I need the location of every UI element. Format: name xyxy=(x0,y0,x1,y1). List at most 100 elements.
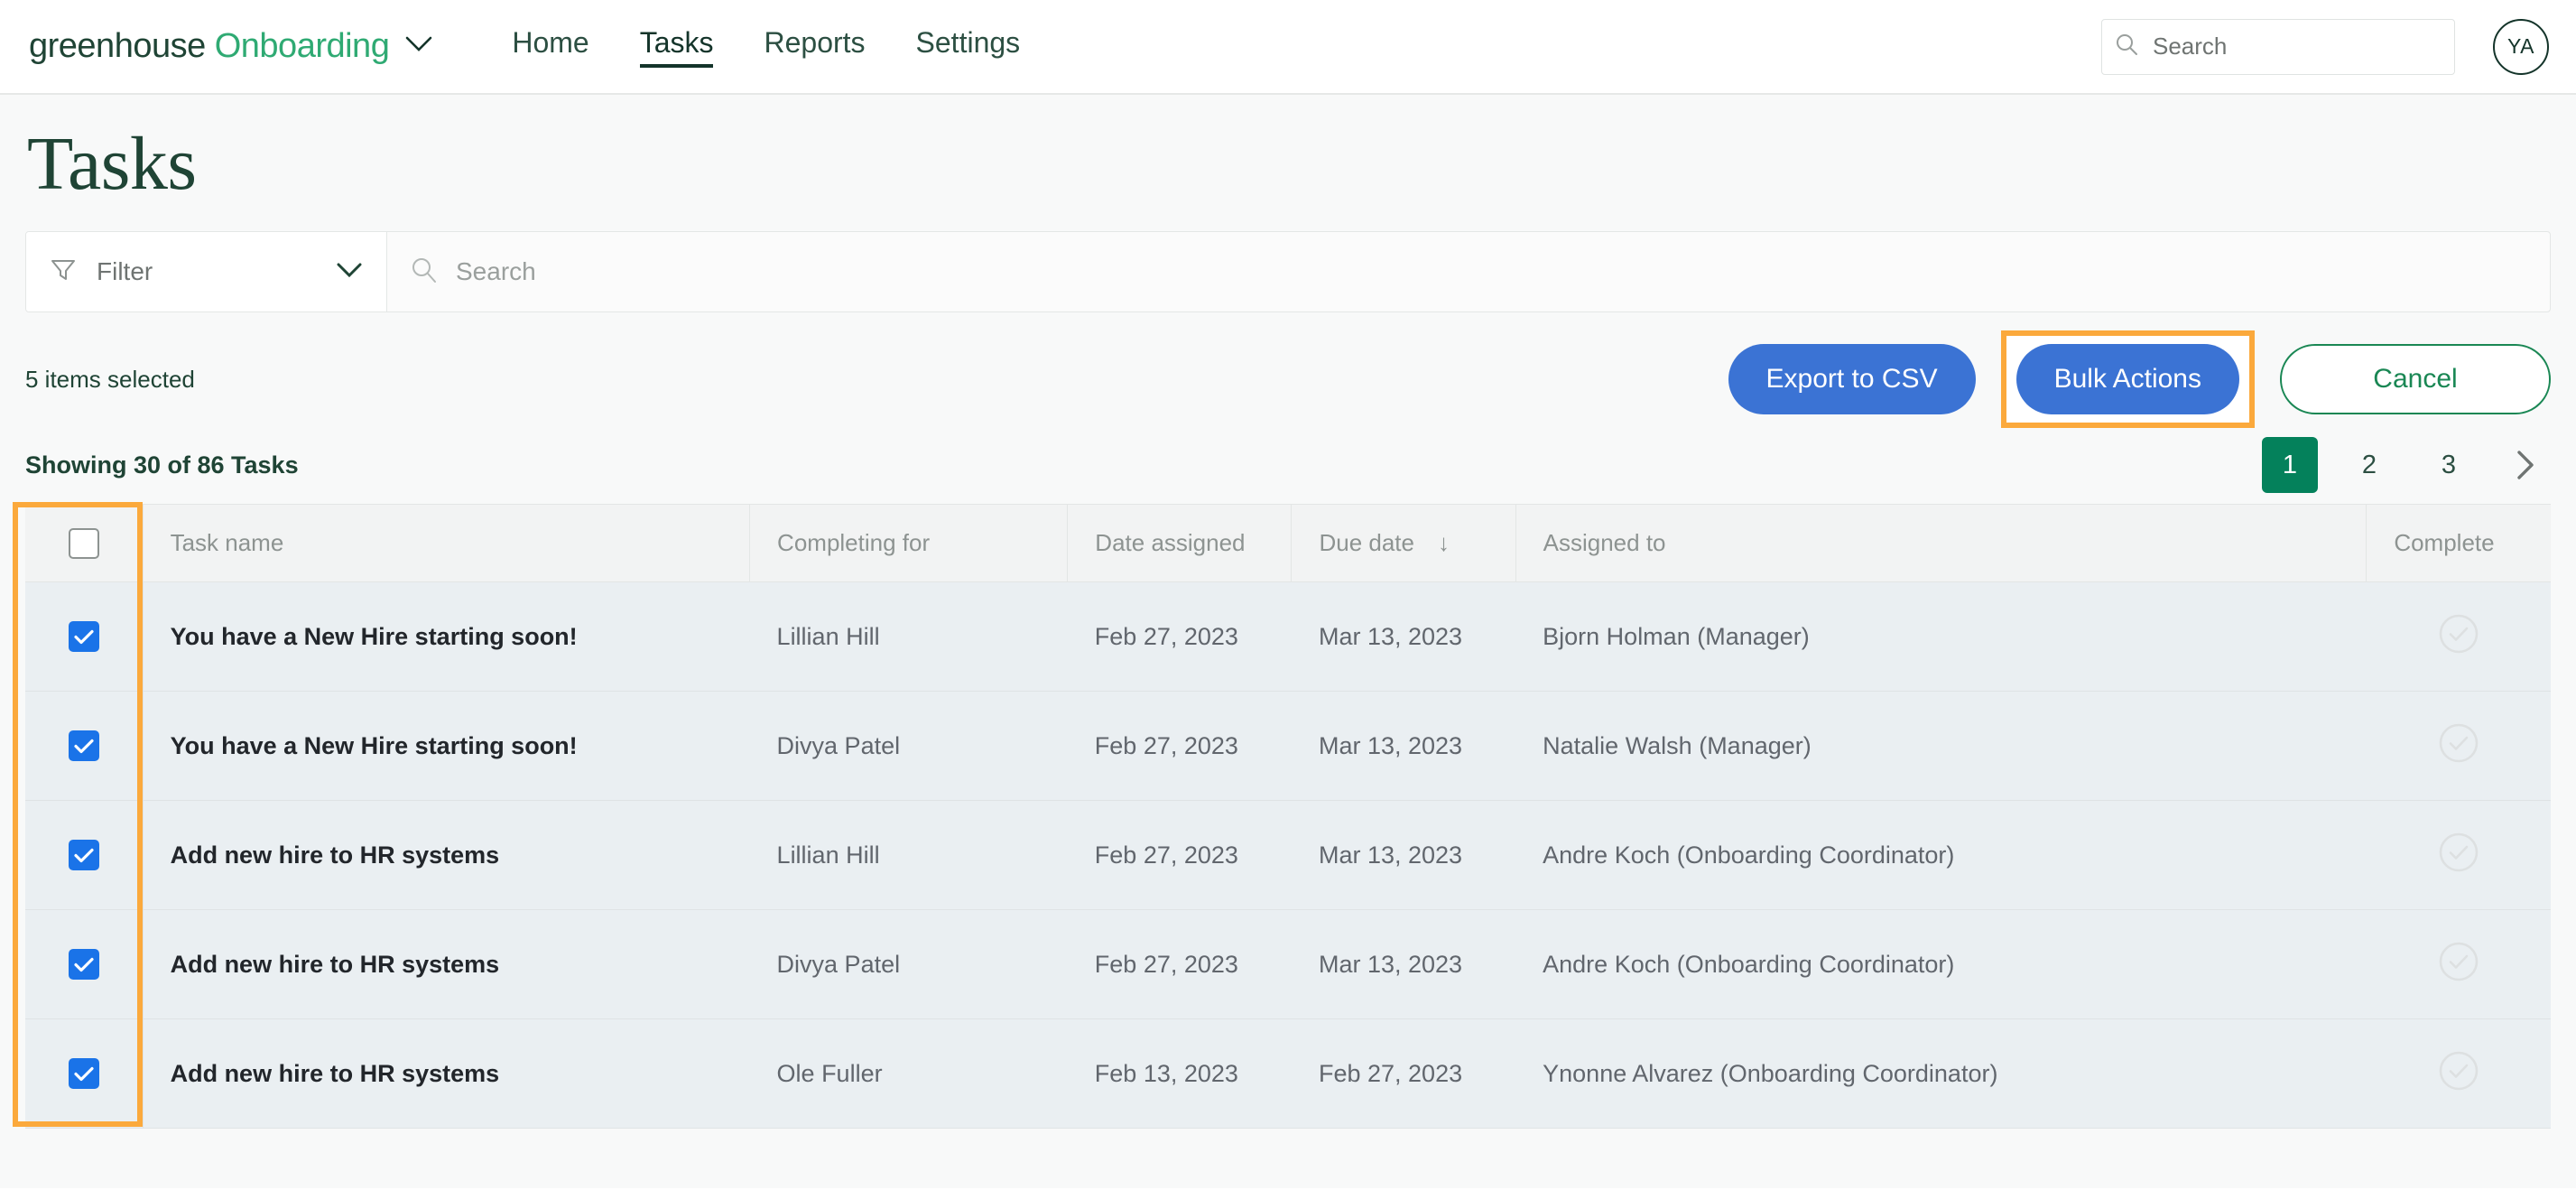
filter-dropdown[interactable]: Filter xyxy=(26,232,387,311)
nav-item-tasks-label: Tasks xyxy=(640,26,714,59)
cell-task-name: You have a New Hire starting soon! xyxy=(143,582,749,692)
cell-completing-for: Lillian Hill xyxy=(750,801,1068,910)
table-row[interactable]: Add new hire to HR systems Ole Fuller Fe… xyxy=(25,1019,2551,1129)
filter-label: Filter xyxy=(97,257,316,286)
column-header-assigned-to[interactable]: Assigned to xyxy=(1515,505,2367,582)
circle-check-icon[interactable] xyxy=(2438,851,2479,879)
chevron-down-icon xyxy=(336,262,363,283)
nav-item-reports[interactable]: Reports xyxy=(764,26,865,68)
table-header-row: Task name Completing for Date assigned D… xyxy=(25,505,2551,582)
circle-check-icon[interactable] xyxy=(2438,1070,2479,1097)
table-row[interactable]: Add new hire to HR systems Divya Patel F… xyxy=(25,910,2551,1019)
sort-down-icon[interactable]: ↓ xyxy=(1438,529,1450,556)
row-checkbox[interactable] xyxy=(69,621,99,652)
cell-assigned-to: Andre Koch (Onboarding Coordinator) xyxy=(1515,910,2367,1019)
column-header-completing-for[interactable]: Completing for xyxy=(750,505,1068,582)
cell-task-name: Add new hire to HR systems xyxy=(143,910,749,1019)
nav-item-home[interactable]: Home xyxy=(512,26,588,68)
filter-bar: Filter Search xyxy=(25,231,2551,312)
pagination: 1 2 3 xyxy=(2262,437,2551,493)
nav-item-settings[interactable]: Settings xyxy=(916,26,1021,68)
cell-date-assigned: Feb 27, 2023 xyxy=(1068,582,1292,692)
action-row: 5 items selected Export to CSV Bulk Acti… xyxy=(25,338,2551,421)
cell-task-name: Add new hire to HR systems xyxy=(143,1019,749,1129)
chevron-right-icon[interactable] xyxy=(2500,440,2551,490)
cell-assigned-to: Natalie Walsh (Manager) xyxy=(1515,692,2367,801)
search-icon xyxy=(411,256,438,288)
table-row[interactable]: You have a New Hire starting soon! Divya… xyxy=(25,692,2551,801)
cell-date-assigned: Feb 27, 2023 xyxy=(1068,910,1292,1019)
cell-due-date: Mar 13, 2023 xyxy=(1292,910,1515,1019)
circle-check-icon[interactable] xyxy=(2438,633,2479,660)
brand-word-onboarding: Onboarding xyxy=(215,27,390,66)
avatar-initials: YA xyxy=(2507,34,2534,59)
cell-assigned-to: Andre Koch (Onboarding Coordinator) xyxy=(1515,801,2367,910)
cancel-button[interactable]: Cancel xyxy=(2280,344,2551,414)
cell-due-date: Mar 13, 2023 xyxy=(1292,582,1515,692)
cell-complete xyxy=(2367,801,2551,910)
row-checkbox[interactable] xyxy=(69,949,99,980)
export-to-csv-button[interactable]: Export to CSV xyxy=(1728,344,1976,414)
cell-completing-for: Ole Fuller xyxy=(750,1019,1068,1129)
column-header-due-date[interactable]: Due date ↓ xyxy=(1292,505,1515,582)
column-header-due-date-label: Due date xyxy=(1319,529,1414,556)
row-checkbox[interactable] xyxy=(69,1058,99,1089)
row-checkbox-cell xyxy=(25,910,143,1019)
nav-item-tasks[interactable]: Tasks xyxy=(640,26,714,68)
cell-date-assigned: Feb 27, 2023 xyxy=(1068,692,1292,801)
row-checkbox-cell xyxy=(25,1019,143,1129)
table-row[interactable]: You have a New Hire starting soon! Lilli… xyxy=(25,582,2551,692)
table-search-input[interactable]: Search xyxy=(387,232,2550,311)
nav-right-section: Search YA xyxy=(2101,19,2549,75)
column-header-task-name[interactable]: Task name xyxy=(143,505,749,582)
cell-complete xyxy=(2367,1019,2551,1129)
table-search-placeholder: Search xyxy=(456,257,536,286)
cell-assigned-to: Bjorn Holman (Manager) xyxy=(1515,582,2367,692)
column-header-complete[interactable]: Complete xyxy=(2367,505,2551,582)
brand-logo[interactable]: greenhouse Onboarding xyxy=(29,27,432,66)
circle-check-icon[interactable] xyxy=(2438,742,2479,769)
cell-task-name: Add new hire to HR systems xyxy=(143,801,749,910)
nav-item-home-label: Home xyxy=(512,26,588,59)
cell-complete xyxy=(2367,582,2551,692)
page-button-1[interactable]: 1 xyxy=(2262,437,2318,493)
cell-completing-for: Divya Patel xyxy=(750,910,1068,1019)
nav-item-settings-label: Settings xyxy=(916,26,1021,59)
cell-due-date: Mar 13, 2023 xyxy=(1292,801,1515,910)
tasks-table-wrapper: Task name Completing for Date assigned D… xyxy=(25,504,2551,1129)
row-checkbox-cell xyxy=(25,582,143,692)
top-navigation-bar: greenhouse Onboarding Home Tasks Reports… xyxy=(0,0,2576,95)
bulk-actions-highlight: Bulk Actions xyxy=(2001,330,2255,428)
select-all-checkbox[interactable] xyxy=(69,528,99,559)
selected-count-label: 5 items selected xyxy=(25,366,195,394)
row-checkbox-cell xyxy=(25,801,143,910)
chevron-down-icon[interactable] xyxy=(405,36,432,57)
showing-count-label: Showing 30 of 86 Tasks xyxy=(25,451,299,479)
avatar[interactable]: YA xyxy=(2493,19,2549,75)
cell-completing-for: Divya Patel xyxy=(750,692,1068,801)
page-title: Tasks xyxy=(25,95,2551,208)
page-content: Tasks Filter Search 5 items selected Exp… xyxy=(0,95,2576,1188)
cell-date-assigned: Feb 13, 2023 xyxy=(1068,1019,1292,1129)
table-body: You have a New Hire starting soon! Lilli… xyxy=(25,582,2551,1129)
select-all-header xyxy=(25,505,143,582)
action-buttons: Export to CSV Bulk Actions Cancel xyxy=(1728,330,2552,428)
circle-check-icon[interactable] xyxy=(2438,961,2479,988)
bulk-actions-button[interactable]: Bulk Actions xyxy=(2016,344,2239,414)
row-checkbox[interactable] xyxy=(69,840,99,870)
search-icon xyxy=(2115,33,2138,60)
cell-assigned-to: Ynonne Alvarez (Onboarding Coordinator) xyxy=(1515,1019,2367,1129)
main-navigation: Home Tasks Reports Settings xyxy=(512,26,1020,68)
showing-row: Showing 30 of 86 Tasks 1 2 3 xyxy=(25,430,2551,500)
page-button-3[interactable]: 3 xyxy=(2421,437,2477,493)
global-search-input[interactable]: Search xyxy=(2101,19,2455,75)
filter-icon xyxy=(50,256,77,288)
table-row[interactable]: Add new hire to HR systems Lillian Hill … xyxy=(25,801,2551,910)
cell-due-date: Feb 27, 2023 xyxy=(1292,1019,1515,1129)
cell-date-assigned: Feb 27, 2023 xyxy=(1068,801,1292,910)
page-button-2[interactable]: 2 xyxy=(2341,437,2397,493)
column-header-date-assigned[interactable]: Date assigned xyxy=(1068,505,1292,582)
row-checkbox[interactable] xyxy=(69,730,99,761)
brand-word-greenhouse: greenhouse xyxy=(29,27,206,66)
cell-task-name: You have a New Hire starting soon! xyxy=(143,692,749,801)
